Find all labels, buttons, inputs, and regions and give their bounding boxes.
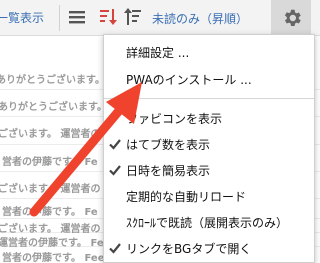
menu-divider [104, 98, 314, 99]
menu-item-auto-reload[interactable]: 定期的な自動リロード [104, 186, 314, 208]
menu-item-show-hatebu-count[interactable]: はてブ数を表示 [104, 134, 314, 156]
settings-button[interactable] [271, 0, 311, 36]
list-view-link[interactable]: 一覧表示 [0, 9, 44, 26]
toolbar: 一覧表示 未読のみ（昇順） [0, 0, 320, 36]
menu-item-open-links-bg-tab[interactable]: リンクをBGタブで開く [104, 238, 314, 260]
sort-mode-dropdown[interactable]: 未読のみ（昇順） [152, 10, 248, 27]
checkmark-icon [109, 243, 121, 254]
gear-icon [284, 9, 301, 26]
menu-item-show-favicon[interactable]: ファビコンを表示 [104, 108, 314, 130]
sort-descending-icon[interactable] [97, 6, 119, 28]
list-icon[interactable] [66, 6, 88, 28]
sort-ascending-icon[interactable] [124, 6, 146, 28]
toolbar-divider [59, 5, 60, 31]
settings-menu: 詳細設定 ... PWAのインストール ... ファビコンを表示 はてブ数を表示… [103, 34, 315, 263]
checkmark-icon [109, 139, 121, 150]
checkmark-icon [109, 165, 121, 176]
menu-item-simple-datetime[interactable]: 日時を簡易表示 [104, 160, 314, 182]
menu-item-advanced-settings[interactable]: 詳細設定 ... [104, 42, 314, 64]
menu-item-install-pwa[interactable]: PWAのインストール ... [104, 69, 314, 91]
menu-item-mark-read-on-scroll[interactable]: ｽｸﾛｰﾙで既読（展開表示のみ） [104, 212, 314, 234]
